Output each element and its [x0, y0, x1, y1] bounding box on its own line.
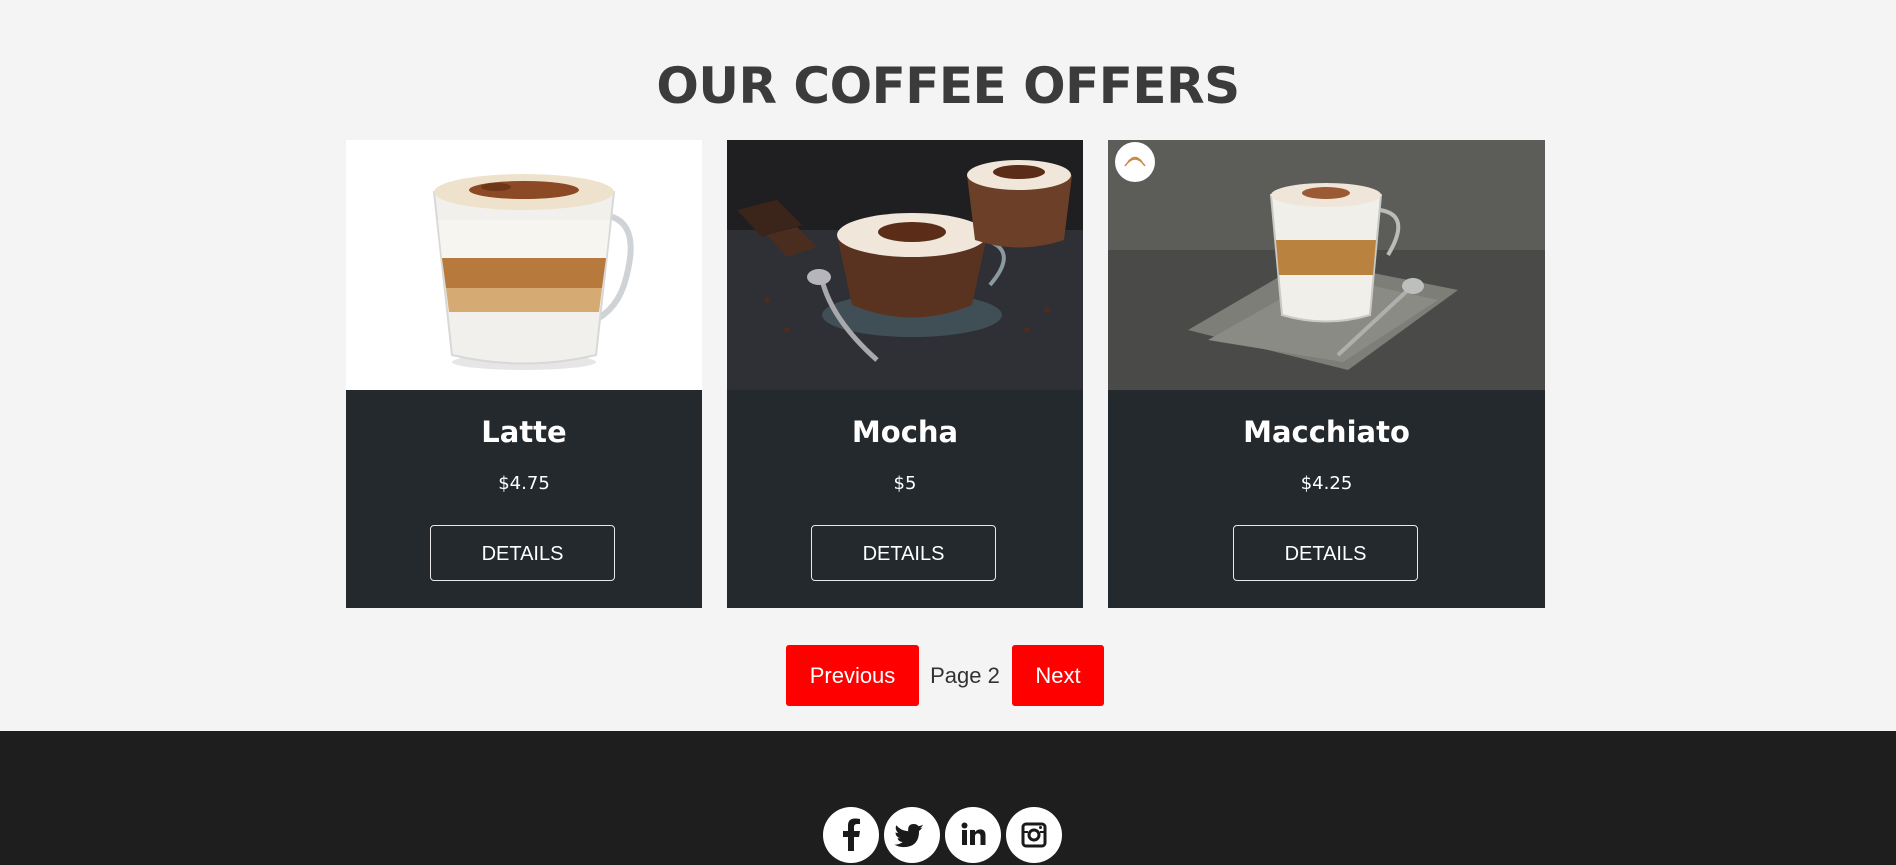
section-title: OUR COFFEE OFFERS — [656, 56, 1240, 115]
instagram-icon[interactable] — [1006, 807, 1062, 863]
offer-price: $5 — [893, 473, 917, 494]
macchiato-image — [1108, 140, 1545, 390]
page-indicator: Page 2 — [930, 663, 1000, 688]
latte-image — [346, 140, 702, 390]
twitter-icon[interactable] — [884, 807, 940, 863]
details-button[interactable]: DETAILS — [811, 525, 996, 581]
facebook-icon[interactable] — [823, 807, 879, 863]
mocha-image — [727, 140, 1083, 390]
details-button[interactable]: DETAILS — [430, 525, 615, 581]
next-button[interactable]: Next — [1012, 645, 1104, 706]
offer-card-latte: Latte $4.75 DETAILS — [346, 140, 702, 608]
offer-name: Macchiato — [1243, 415, 1410, 449]
details-button[interactable]: DETAILS — [1233, 525, 1418, 581]
previous-button[interactable]: Previous — [786, 645, 919, 706]
offer-price: $4.25 — [1300, 473, 1353, 494]
offer-name: Latte — [481, 415, 567, 449]
offer-price: $4.75 — [498, 473, 550, 494]
offer-card-mocha: Mocha $5 DETAILS — [727, 140, 1083, 608]
offer-name: Mocha — [851, 415, 959, 449]
offer-card-macchiato: Macchiato $4.25 DETAILS — [1108, 140, 1545, 608]
linkedin-icon[interactable] — [945, 807, 1001, 863]
